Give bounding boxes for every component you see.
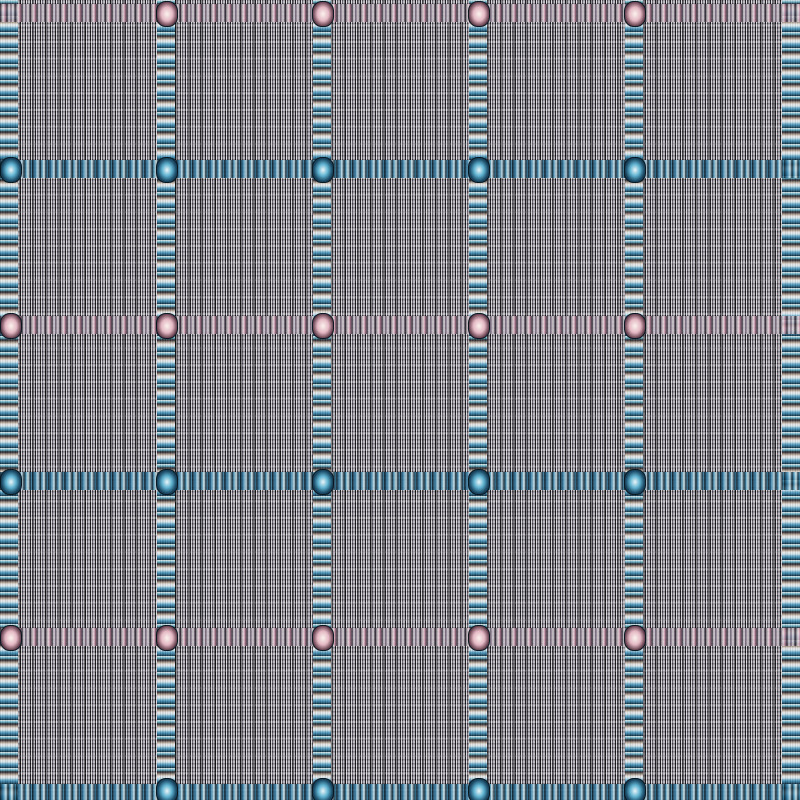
seam-intersection-node [156, 313, 178, 339]
seam-intersection-node [468, 313, 490, 339]
vertical-seam-band [469, 0, 487, 800]
seam-intersection-node [468, 778, 490, 800]
seam-intersection-node [312, 313, 334, 339]
glitch-texture-canvas [0, 0, 800, 800]
seam-intersection-node [468, 625, 490, 651]
seam-intersection-node [156, 625, 178, 651]
seam-intersection-node [312, 778, 334, 800]
seam-intersection-node [468, 157, 490, 183]
horizontal-seam-band [0, 160, 800, 178]
seam-intersection-node [312, 625, 334, 651]
seam-intersection-node [0, 469, 22, 495]
seam-intersection-node [624, 469, 646, 495]
seam-intersection-node [156, 778, 178, 800]
vertical-seam-band [0, 0, 18, 800]
seam-intersection-node [312, 469, 334, 495]
seam-intersection-node [0, 625, 22, 651]
seam-intersection-node [0, 157, 22, 183]
seam-intersection-node [156, 469, 178, 495]
coarse-stripe-texture [0, 0, 800, 800]
vertical-seam-band [157, 0, 175, 800]
seam-intersection-node [624, 157, 646, 183]
horizontal-seam-band [0, 472, 800, 490]
horizontal-seam-band [0, 4, 800, 22]
seam-intersection-node [312, 1, 334, 27]
seam-intersection-node [156, 157, 178, 183]
seam-intersection-node [624, 1, 646, 27]
seam-intersection-node [624, 625, 646, 651]
horizontal-seam-band [0, 784, 800, 800]
seam-intersection-node [624, 778, 646, 800]
seam-intersection-node [468, 1, 490, 27]
vertical-seam-band [782, 0, 800, 800]
seam-intersection-node [156, 1, 178, 27]
horizontal-seam-band [0, 628, 800, 646]
vertical-seam-band [313, 0, 331, 800]
seam-intersection-node [0, 313, 22, 339]
seam-intersection-node [312, 157, 334, 183]
vertical-seam-band [625, 0, 643, 800]
seam-intersection-node [468, 469, 490, 495]
horizontal-seam-band [0, 316, 800, 334]
seam-intersection-node [624, 313, 646, 339]
